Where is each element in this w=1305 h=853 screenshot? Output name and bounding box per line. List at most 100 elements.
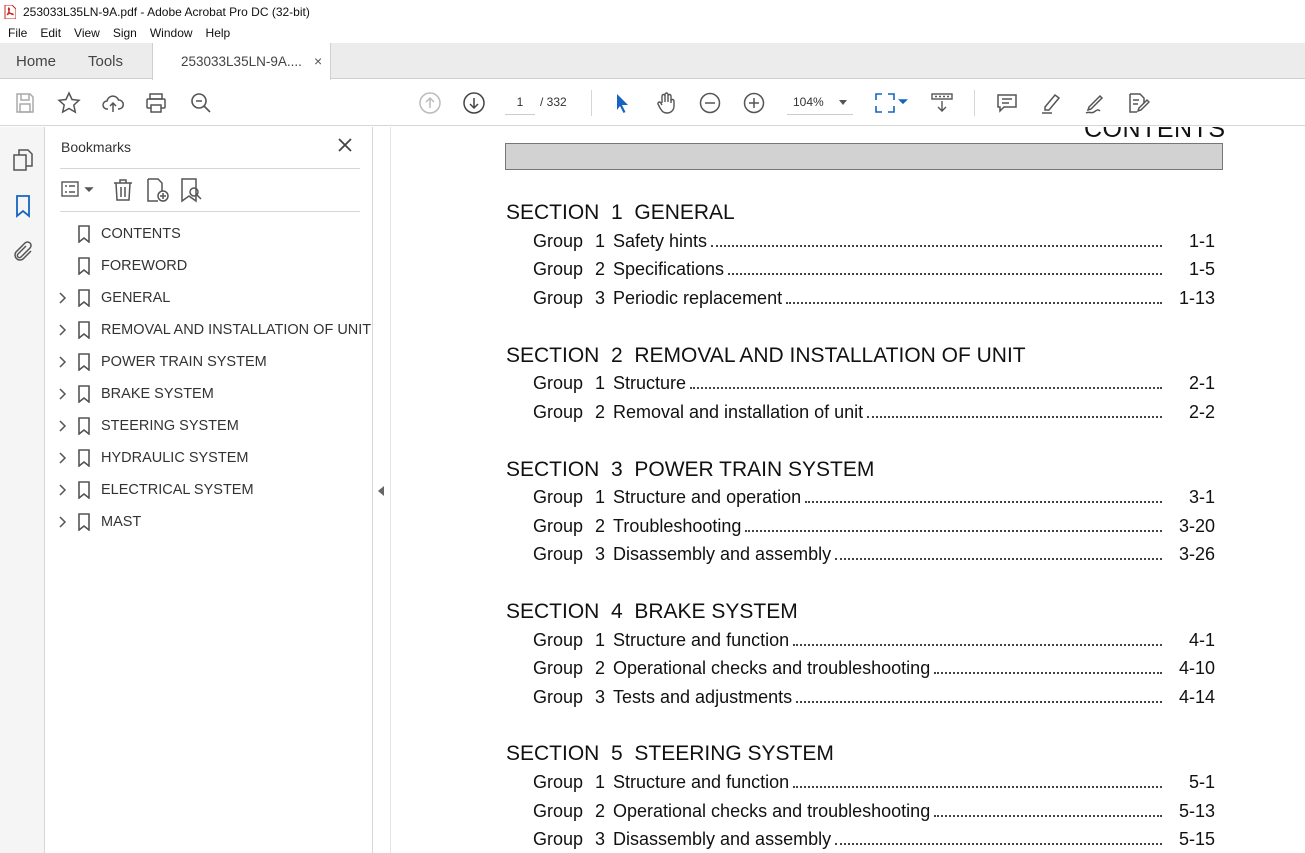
bookmark-label: POWER TRAIN SYSTEM: [101, 354, 267, 370]
close-icon[interactable]: [336, 136, 354, 154]
menu-view[interactable]: View: [74, 26, 100, 40]
toc-entry[interactable]: Group 1 Safety hints 1-1: [533, 231, 1215, 253]
toc-entry[interactable]: Group 1 Structure and function 4-1: [533, 630, 1215, 652]
page-number-input[interactable]: 1: [505, 91, 535, 115]
chevron-right-icon[interactable]: [57, 291, 69, 305]
bookmark-item[interactable]: POWER TRAIN SYSTEM: [45, 346, 373, 378]
toc-entry[interactable]: Group 1 Structure 2-1: [533, 373, 1215, 395]
bookmark-label: ELECTRICAL SYSTEM: [101, 482, 254, 498]
new-bookmark-icon[interactable]: [144, 177, 170, 203]
group-word: Group: [533, 402, 584, 422]
group-word: Group: [533, 487, 584, 507]
find-icon[interactable]: [189, 91, 213, 115]
star-icon[interactable]: [57, 91, 81, 115]
chevron-right-icon[interactable]: [57, 515, 69, 529]
menu-file[interactable]: File: [8, 26, 27, 40]
bookmark-icon: [78, 321, 90, 339]
menu-help[interactable]: Help: [206, 26, 231, 40]
toc-entry[interactable]: Group 2 Operational checks and troubleshoo…: [533, 658, 1215, 680]
toolbar-divider: [591, 90, 592, 116]
toc-entry[interactable]: Group 3 Disassembly and assembly 3-26: [533, 544, 1215, 566]
bookmark-item[interactable]: CONTENTS: [45, 218, 373, 250]
bookmark-label: MAST: [101, 514, 142, 530]
group-page: 1-13: [1178, 288, 1215, 308]
toc-entry[interactable]: Group 3 Periodic replacement 1-13: [533, 288, 1215, 310]
group-title-text: Specifications: [613, 259, 725, 279]
tab-tools[interactable]: Tools: [88, 53, 123, 70]
tab-document[interactable]: 253033L35LN-9A.... ×: [152, 43, 331, 80]
chevron-right-icon[interactable]: [57, 451, 69, 465]
upload-cloud-icon[interactable]: [101, 91, 125, 115]
toolbar-divider: [974, 90, 975, 116]
bookmark-item[interactable]: FOREWORD: [45, 250, 373, 282]
chevron-right-icon[interactable]: [57, 323, 69, 337]
menu-sign[interactable]: Sign: [113, 26, 137, 40]
group-title: Structure and operation: [613, 487, 1168, 508]
bookmark-item[interactable]: HYDRAULIC SYSTEM: [45, 442, 373, 474]
hand-tool-icon[interactable]: [654, 91, 678, 115]
bookmark-item[interactable]: BRAKE SYSTEM: [45, 378, 373, 410]
group-title-text: Safety hints: [613, 231, 708, 251]
collapse-panel-icon[interactable]: [378, 486, 384, 496]
group-title-text: Structure and function: [613, 772, 790, 792]
bookmark-item[interactable]: MAST: [45, 506, 373, 538]
toc-entry[interactable]: Group 3 Disassembly and assembly 5-15: [533, 829, 1215, 851]
document-view[interactable]: CONTENTS SECTION 1 GENERAL Group 1 Safety h…: [374, 127, 1305, 853]
tab-home[interactable]: Home: [16, 53, 56, 70]
print-icon[interactable]: [144, 91, 168, 115]
toc-entry[interactable]: Group 3 Tests and adjustments 4-14: [533, 687, 1215, 709]
highlight-pen-icon[interactable]: [1039, 91, 1063, 115]
bookmark-item[interactable]: STEERING SYSTEM: [45, 410, 373, 442]
group-title: Periodic replacement: [613, 288, 1168, 309]
bookmark-panel-icon[interactable]: [11, 194, 35, 218]
leader-dots: [711, 233, 1162, 247]
attachments-icon[interactable]: [11, 240, 35, 264]
select-cursor-icon[interactable]: [610, 91, 634, 115]
chevron-right-icon[interactable]: [57, 483, 69, 497]
toc-entry[interactable]: Group 1 Structure and operation 3-1: [533, 487, 1215, 509]
toc-entry[interactable]: Group 2 Troubleshooting 3-20: [533, 516, 1215, 538]
delete-bookmark-icon[interactable]: [110, 177, 136, 203]
leader-dots: [793, 774, 1162, 788]
zoom-in-icon[interactable]: [742, 91, 766, 115]
zoom-out-icon[interactable]: [698, 91, 722, 115]
page-thumbnails-icon[interactable]: [11, 148, 35, 172]
menu-window[interactable]: Window: [150, 26, 193, 40]
tab-close-button[interactable]: ×: [314, 53, 322, 69]
bookmark-item[interactable]: ELECTRICAL SYSTEM: [45, 474, 373, 506]
comment-icon[interactable]: [995, 91, 1019, 115]
toc-entry[interactable]: Group 2 Removal and installation of unit 2-…: [533, 402, 1215, 424]
bookmark-item[interactable]: REMOVAL AND INSTALLATION OF UNIT: [45, 314, 373, 346]
bookmark-options-icon[interactable]: [60, 177, 96, 203]
save-icon[interactable]: [13, 91, 37, 115]
group-number: 2: [595, 801, 606, 821]
chevron-right-icon[interactable]: [57, 419, 69, 433]
toc-entry[interactable]: Group 1 Structure and function 5-1: [533, 772, 1215, 794]
next-page-icon[interactable]: [462, 91, 486, 115]
window-title: 253033L35LN-9A.pdf - Adobe Acrobat Pro D…: [23, 4, 310, 19]
group-title: Structure and function: [613, 630, 1168, 651]
menu-edit[interactable]: Edit: [40, 26, 61, 40]
group-title-text: Structure: [613, 373, 687, 393]
group-page: 4-14: [1178, 687, 1215, 707]
chevron-right-icon[interactable]: [57, 387, 69, 401]
chevron-right-icon[interactable]: [57, 355, 69, 369]
page-fit-icon[interactable]: [873, 91, 909, 115]
group-title: Specifications: [613, 259, 1168, 280]
toc-entry[interactable]: Group 2 Specifications 1-5: [533, 259, 1215, 281]
bookmark-item[interactable]: GENERAL: [45, 282, 373, 314]
bookmark-list: CONTENTS FOREWORD GENERAL REMOVAL AND INSTA…: [45, 218, 373, 538]
scroll-mode-icon[interactable]: [930, 91, 954, 115]
leader-dots: [728, 261, 1162, 275]
toc-entry[interactable]: Group 2 Operational checks and troubleshoo…: [533, 801, 1215, 823]
edit-sign-icon[interactable]: [1126, 91, 1151, 115]
previous-page-icon[interactable]: [418, 91, 442, 115]
draw-sign-icon[interactable]: [1083, 91, 1107, 115]
zoom-select[interactable]: 104%: [787, 91, 853, 115]
navigation-rail: [0, 127, 45, 853]
bookmark-search-icon[interactable]: [178, 177, 204, 203]
leader-dots: [690, 375, 1162, 389]
bookmark-icon: [78, 225, 90, 243]
group-number: 3: [595, 288, 606, 308]
group-title: Structure: [613, 373, 1168, 394]
